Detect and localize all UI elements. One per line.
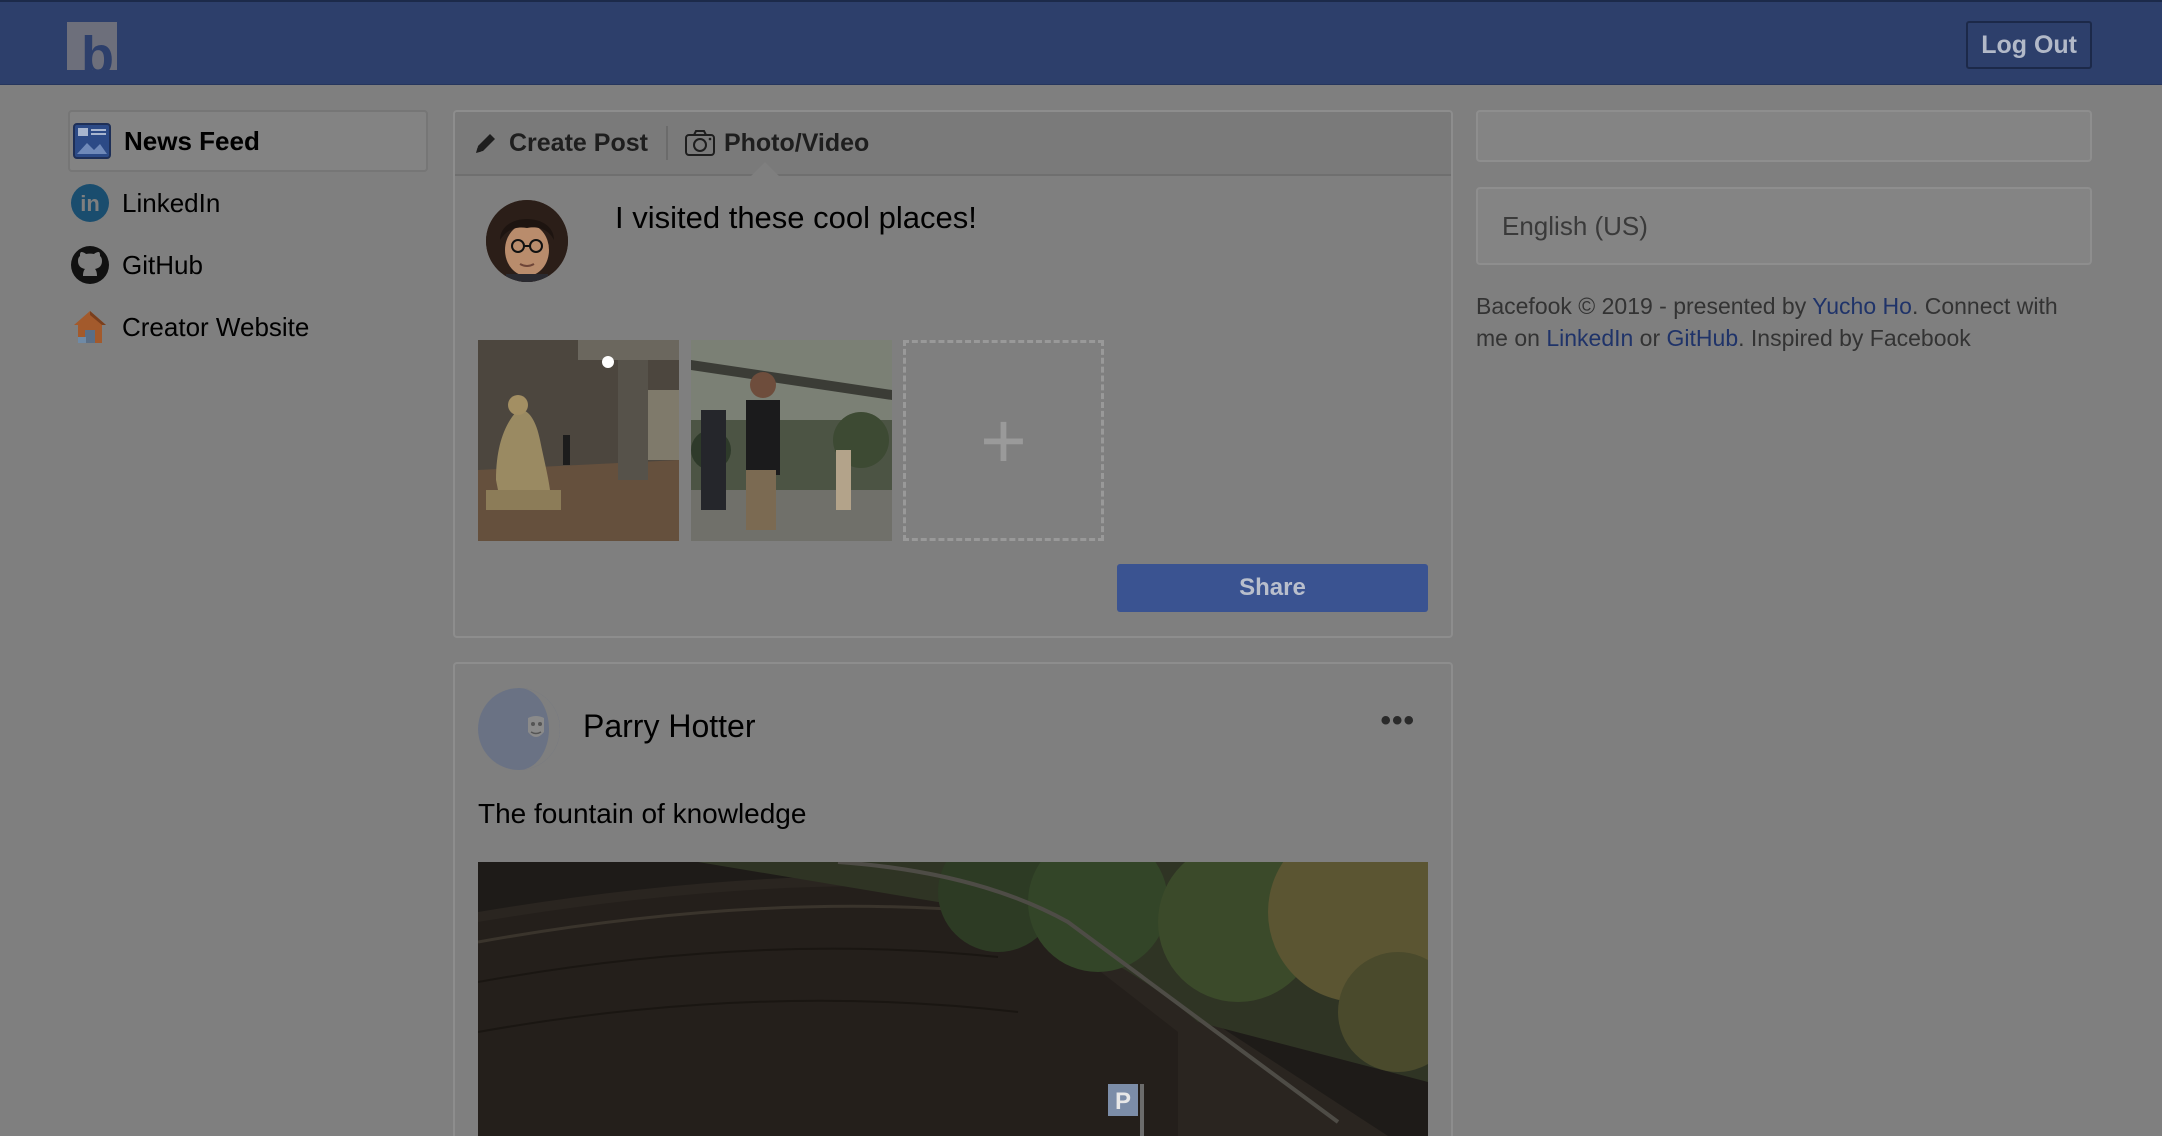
photo-thumbnail[interactable]	[478, 340, 679, 541]
tab-label: Create Post	[509, 128, 648, 157]
sidebar-item-label: LinkedIn	[122, 187, 221, 218]
more-options-icon[interactable]: •••	[1380, 704, 1415, 738]
post-author-name[interactable]: Parry Hotter	[583, 708, 755, 745]
sidebar-item-linkedin[interactable]: in LinkedIn	[68, 172, 428, 234]
github-icon	[70, 245, 110, 285]
linkedin-icon: in	[70, 183, 110, 223]
share-button[interactable]: Share	[1117, 564, 1428, 612]
logo-letter: b	[81, 26, 114, 70]
post-author-avatar[interactable]	[478, 688, 560, 770]
footer-credits: Bacefook © 2019 - presented by Yucho Ho.…	[1476, 290, 2096, 354]
active-tab-indicator	[751, 162, 779, 176]
sidebar-item-creator-website[interactable]: Creator Website	[68, 296, 428, 358]
sidebar-item-label: GitHub	[122, 249, 203, 280]
right-panel-search-box[interactable]	[1476, 110, 2092, 162]
house-icon	[70, 307, 110, 347]
svg-text:in: in	[80, 191, 100, 216]
footer-text: or	[1633, 325, 1667, 351]
pencil-icon	[473, 130, 499, 156]
sidebar-item-label: Creator Website	[122, 311, 310, 342]
plus-icon: +	[980, 395, 1027, 485]
composer-user-avatar	[486, 200, 568, 282]
news-feed-icon	[72, 121, 112, 161]
post-caption: The fountain of knowledge	[478, 798, 807, 829]
top-navigation-bar: b Log Out	[0, 0, 2162, 85]
photo-thumbnail[interactable]	[691, 340, 892, 541]
footer-text: . Inspired by Facebook	[1738, 325, 1971, 351]
logout-button[interactable]: Log Out	[1966, 21, 2092, 69]
post-text-input[interactable]: I visited these cool places!	[615, 200, 977, 236]
author-link[interactable]: Yucho Ho	[1812, 293, 1912, 319]
create-post-composer: Create Post Photo/Video I visited these …	[453, 110, 1453, 638]
language-selector[interactable]: English (US)	[1476, 187, 2092, 265]
linkedin-link[interactable]: LinkedIn	[1546, 325, 1633, 351]
github-link[interactable]: GitHub	[1667, 325, 1739, 351]
composer-tab-bar: Create Post Photo/Video	[455, 112, 1451, 176]
add-photo-button[interactable]: +	[903, 340, 1104, 541]
feed-post: Parry Hotter ••• The fountain of knowled…	[453, 662, 1453, 1136]
sidebar-item-news-feed[interactable]: News Feed	[68, 110, 428, 172]
svg-text:P: P	[1115, 1088, 1131, 1115]
post-image[interactable]: P	[478, 862, 1428, 1136]
camera-icon	[684, 129, 716, 157]
bacefook-logo[interactable]: b	[67, 22, 117, 70]
left-sidebar: News Feed in LinkedIn GitHub Creator Web…	[68, 110, 428, 358]
tab-label: Photo/Video	[723, 128, 870, 157]
sidebar-item-label: News Feed	[124, 125, 260, 156]
sidebar-item-github[interactable]: GitHub	[68, 234, 428, 296]
tab-create-post[interactable]: Create Post	[455, 112, 666, 174]
footer-text: Bacefook © 2019 - presented by	[1476, 293, 1813, 319]
